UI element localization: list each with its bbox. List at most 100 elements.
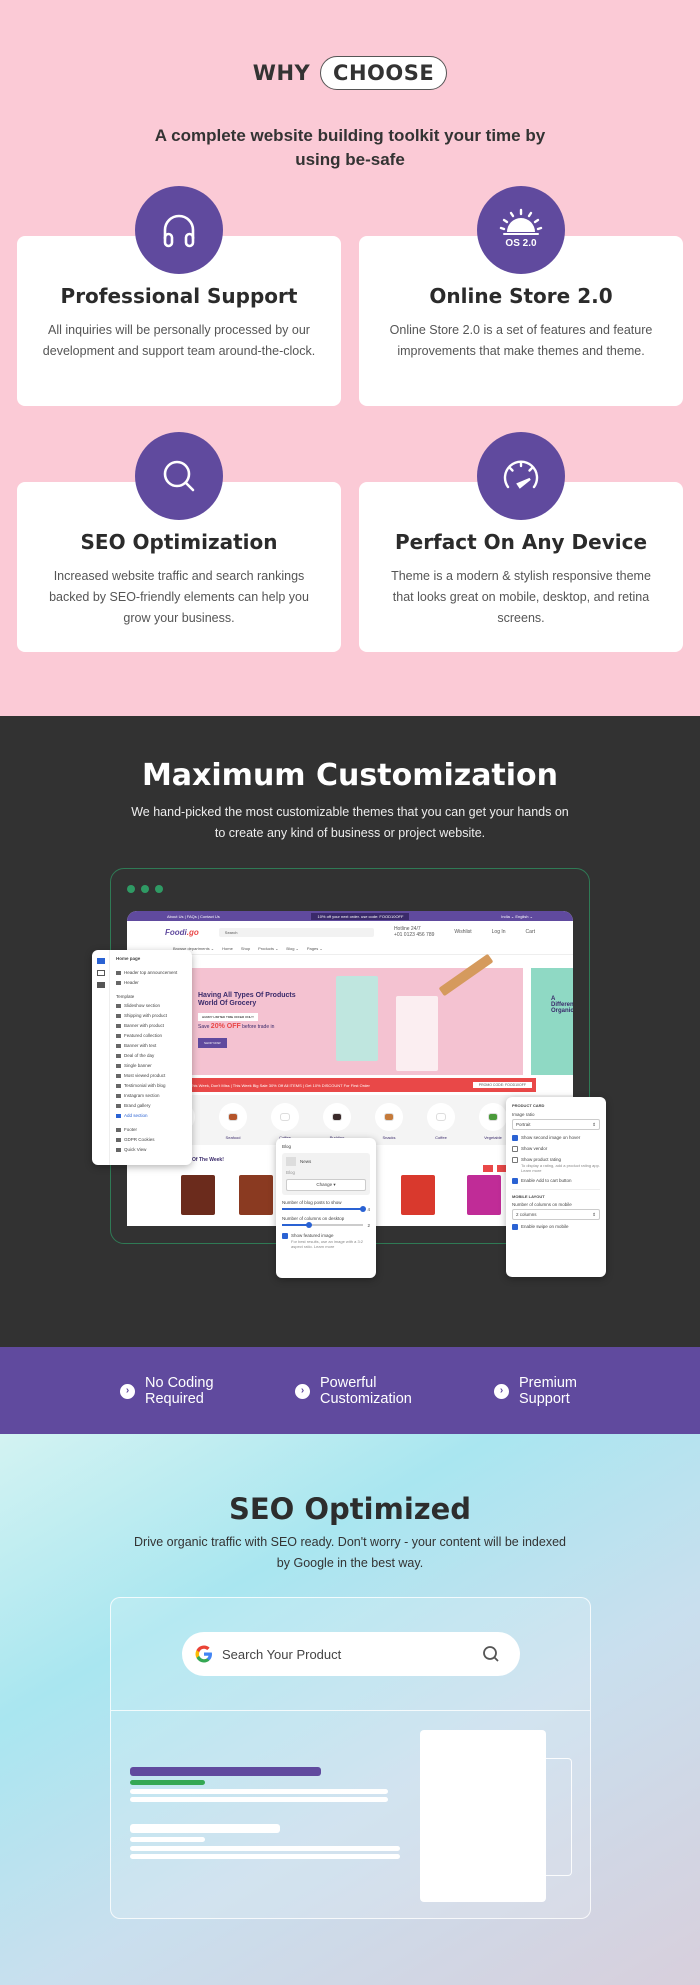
card-text: Online Store 2.0 is a set of features an…: [389, 323, 653, 358]
mobile-columns-select[interactable]: 2 columns ⇕: [512, 1209, 600, 1220]
sections-icon[interactable]: [97, 958, 105, 964]
section-icon: [116, 1043, 121, 1048]
featured-image-checkbox[interactable]: [282, 1233, 288, 1239]
search-icon[interactable]: [482, 1645, 500, 1663]
section-item[interactable]: Deal of the day: [116, 1051, 154, 1060]
category-item[interactable]: [427, 1103, 455, 1131]
hero-banner: Having All Types Of Products World Of Gr…: [186, 953, 523, 1075]
customization-subtitle: We hand-picked the most customizable the…: [131, 805, 569, 840]
category-image: [384, 1113, 394, 1121]
section-icon: [116, 1063, 121, 1068]
nav-item[interactable]: Blog ⌄: [286, 946, 298, 951]
category-image: [436, 1113, 446, 1121]
blog-picker: News Blog Change ▾: [282, 1153, 370, 1195]
swipe-checkbox[interactable]: [512, 1224, 518, 1230]
nav-item[interactable]: Pages ⌄: [307, 946, 323, 951]
result-text-placeholder: [130, 1854, 400, 1859]
cart-link[interactable]: Cart: [526, 929, 535, 935]
category-item[interactable]: [479, 1103, 507, 1131]
divider: [111, 1710, 590, 1711]
category-item[interactable]: [323, 1103, 351, 1131]
product-image[interactable]: [181, 1175, 215, 1215]
section-icon: [116, 1083, 121, 1088]
feature-card-online-store: OS 2.0 Online Store 2.0 Online Store 2.0…: [359, 186, 683, 406]
blog-icon: [286, 1157, 296, 1166]
feature-card-seo: SEO Optimization Increased website traff…: [17, 432, 341, 652]
footer-section-item[interactable]: GDPR Cookies: [116, 1135, 155, 1144]
wishlist-link[interactable]: Wishlist: [454, 929, 471, 935]
section-item[interactable]: Testimonial with blog: [116, 1081, 166, 1090]
section-item[interactable]: Banner with product: [116, 1021, 164, 1030]
section-icon: [116, 1127, 121, 1132]
shop-now-button[interactable]: SHOP NOW: [198, 1038, 227, 1048]
section-item[interactable]: Slideshow section: [116, 1001, 160, 1010]
footer-section-item[interactable]: Footer: [116, 1125, 137, 1134]
add-section-button[interactable]: Add section: [116, 1111, 148, 1120]
header-section-item[interactable]: Header top announcement: [116, 968, 177, 977]
section-item[interactable]: Shipping with product: [116, 1011, 167, 1020]
store-search-input[interactable]: Search: [218, 927, 374, 937]
section-icon: [116, 1093, 121, 1098]
customization-title: Maximum Customization: [141, 758, 559, 793]
section-icon: [116, 1013, 121, 1018]
option-checkbox[interactable]: [512, 1146, 518, 1152]
topbar-links[interactable]: About Us | FAQs | Contact Us: [167, 914, 220, 919]
section-item[interactable]: Single banner: [116, 1061, 152, 1070]
google-search-bar[interactable]: Search Your Product: [182, 1632, 520, 1676]
store-topbar: About Us | FAQs | Contact Us 10% off you…: [127, 911, 573, 921]
card-title: Online Store 2.0: [429, 284, 613, 308]
store-logo[interactable]: Foodi.go: [165, 928, 199, 937]
footer-section-item[interactable]: Quick View: [116, 1145, 146, 1154]
page-selector[interactable]: Home page: [116, 954, 140, 963]
card-text: Theme is a modern & stylish responsive t…: [391, 569, 651, 625]
nav-item[interactable]: Home: [222, 946, 233, 951]
section-item[interactable]: Banner with text: [116, 1041, 156, 1050]
featured-image-label: Show featured image: [291, 1233, 334, 1239]
product-card-option: Show second image on hover: [512, 1135, 600, 1141]
product-card-panel: PRODUCT CARD Image ratio Portrait ⇕ Show…: [506, 1097, 606, 1277]
posts-value: 4: [367, 1206, 370, 1212]
category-item[interactable]: [271, 1103, 299, 1131]
header-section-item[interactable]: Header: [116, 978, 139, 987]
feature-strip: › No Coding Required › Powerful Customizat…: [0, 1347, 700, 1434]
category-item[interactable]: [219, 1103, 247, 1131]
locale-selectors[interactable]: India ⌄ English ⌄: [501, 914, 533, 919]
blog-name[interactable]: News: [300, 1159, 311, 1164]
rolling-pin-image: [438, 953, 494, 997]
image-ratio-label: Image ratio: [512, 1112, 535, 1117]
posts-slider[interactable]: [282, 1206, 367, 1212]
login-link[interactable]: Log In: [492, 929, 506, 935]
columns-slider[interactable]: [282, 1222, 364, 1228]
product-image[interactable]: [467, 1175, 501, 1215]
section-icon: [116, 1137, 121, 1142]
section-item[interactable]: Most viewed product: [116, 1071, 165, 1080]
app-blocks-icon[interactable]: [97, 982, 105, 988]
google-g-icon: [195, 1645, 212, 1663]
product-image[interactable]: [401, 1175, 435, 1215]
section-item[interactable]: Instagram section: [116, 1091, 160, 1100]
option-checkbox[interactable]: [512, 1135, 518, 1141]
section-icon: [116, 1003, 121, 1008]
slider-prev-button[interactable]: [483, 1165, 493, 1172]
feature-premium-support: › Premium Support: [494, 1375, 577, 1407]
window-dot: [141, 885, 149, 893]
product-image[interactable]: [239, 1175, 273, 1215]
option-checkbox[interactable]: [512, 1178, 518, 1184]
section-item[interactable]: Brand gallery: [116, 1101, 151, 1110]
nav-item[interactable]: Products ⌄: [258, 946, 278, 951]
section-icon: [116, 1023, 121, 1028]
section-item[interactable]: Featured collection: [116, 1031, 162, 1040]
columns-value: 2: [367, 1222, 370, 1228]
featured-image-help: For best results, use an image with a 3:…: [291, 1239, 364, 1249]
image-ratio-select[interactable]: Portrait ⇕: [512, 1119, 600, 1130]
section-icon: [116, 1033, 121, 1038]
option-checkbox[interactable]: [512, 1157, 518, 1163]
change-blog-button[interactable]: Change ▾: [286, 1179, 366, 1191]
nav-item[interactable]: Shop: [241, 946, 250, 951]
headphones-icon: [135, 186, 223, 274]
category-item[interactable]: [375, 1103, 403, 1131]
category-image: [488, 1113, 498, 1121]
category-image: [280, 1113, 290, 1121]
feature-card-any-device: Perfact On Any Device Theme is a modern …: [359, 432, 683, 652]
theme-settings-icon[interactable]: [97, 970, 105, 976]
